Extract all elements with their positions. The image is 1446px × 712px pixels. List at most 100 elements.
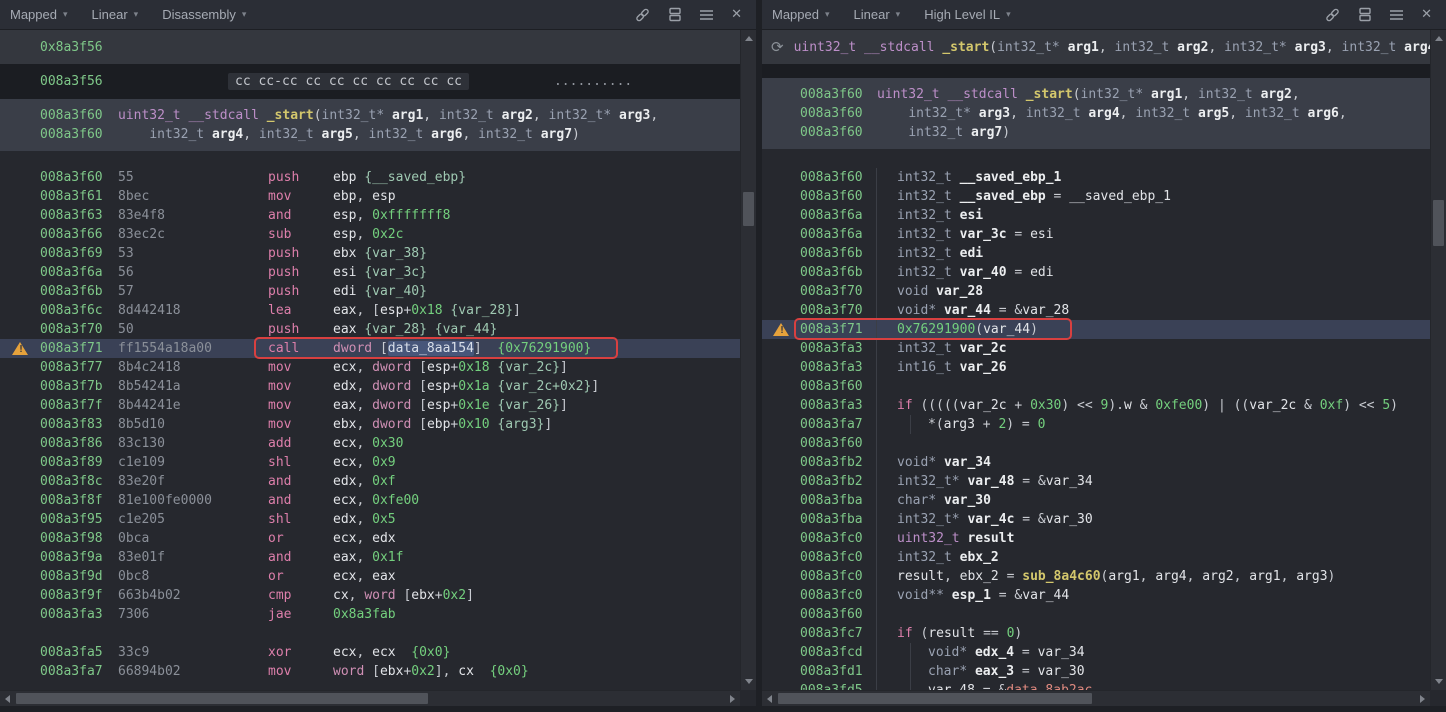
code-token[interactable]: int32_t [897, 246, 952, 261]
code-token[interactable]: 0x1e [458, 398, 489, 413]
hlil-row[interactable]: 008a3f70void* var_44 = &var_28 [762, 301, 1446, 320]
code-token[interactable]: ( [913, 626, 929, 641]
code-token[interactable]: , [1187, 569, 1203, 584]
code-token[interactable]: , [1339, 106, 1347, 121]
address[interactable]: 008a3f60 [800, 168, 862, 187]
code-token[interactable] [1143, 87, 1151, 102]
code-token[interactable]: ecx [333, 360, 356, 375]
mnemonic[interactable]: jae [268, 605, 333, 624]
code-token[interactable]: eax [333, 550, 356, 565]
instruction-bytes[interactable]: 66894b02 [118, 662, 268, 681]
code-token[interactable]: ecx [333, 645, 356, 660]
disasm-row[interactable]: 008a3f89c1e109shlecx, 0x9 [0, 453, 756, 472]
mnemonic[interactable]: and [268, 472, 333, 491]
code-token[interactable]: if [897, 626, 913, 641]
mnemonic[interactable]: mov [268, 662, 333, 681]
instruction-bytes[interactable]: 8b4c2418 [118, 358, 268, 377]
address[interactable]: 008a3f6a [800, 225, 862, 244]
code-token[interactable] [952, 341, 960, 356]
code-token[interactable]: ( [314, 108, 322, 123]
code-token[interactable]: int32_t [897, 170, 952, 185]
code-token[interactable]: edx [372, 531, 395, 546]
code-token[interactable]: arg3 [619, 108, 650, 123]
address[interactable]: 008a3f60 [40, 106, 118, 125]
code-token[interactable]: , [1182, 87, 1198, 102]
right-linear-dropdown[interactable]: Linear ▾ [854, 7, 901, 22]
code-token[interactable] [314, 127, 322, 142]
code-token[interactable]: int32_t [549, 108, 604, 123]
code-token[interactable]: [ [411, 417, 427, 432]
code-token[interactable]: __saved_ebp_1 [1069, 189, 1171, 204]
menu-icon[interactable] [1389, 9, 1404, 21]
code-token[interactable] [1060, 40, 1068, 55]
code-token[interactable] [877, 106, 908, 121]
code-token[interactable]: arg2 [1261, 87, 1292, 102]
address[interactable]: 008a3f70 [800, 282, 862, 301]
address[interactable]: 008a3f70 [40, 320, 118, 339]
mnemonic[interactable]: push [268, 263, 333, 282]
code-token[interactable]: {var_2c+0x2} [497, 379, 591, 394]
code-token[interactable]: word [333, 664, 364, 679]
code-token[interactable]: ecx [333, 531, 356, 546]
address[interactable]: 008a3f9f [40, 586, 118, 605]
code-token[interactable]: arg1 [1108, 569, 1139, 584]
instruction-bytes[interactable]: 83e01f [118, 548, 268, 567]
address[interactable]: 008a3f60 [800, 187, 862, 206]
code-token[interactable]: ) [1002, 125, 1010, 140]
scrollbar-thumb[interactable] [1433, 200, 1444, 246]
code-token[interactable]: void [897, 455, 928, 470]
scroll-down-arrow[interactable] [1435, 679, 1443, 684]
code-token[interactable]: 0x2c [372, 227, 403, 242]
code-token[interactable]: , [356, 360, 372, 375]
address[interactable]: 008a3fb2 [800, 472, 862, 491]
code-token[interactable]: , [1326, 40, 1342, 55]
code-token[interactable] [963, 125, 971, 140]
code-token[interactable]: ) << [1343, 398, 1382, 413]
code-token[interactable]: {0x76291900} [497, 341, 591, 356]
address[interactable]: 008a3f60 [800, 123, 862, 142]
instruction-bytes[interactable]: 8d442418 [118, 301, 268, 320]
address[interactable]: 008a3f71 [40, 339, 118, 358]
code-token[interactable]: ] [544, 417, 552, 432]
code-token[interactable]: 0xfffffff8 [372, 208, 450, 223]
code-token[interactable]: * [959, 645, 967, 660]
hlil-row[interactable]: 008a3fc0void** esp_1 = &var_44 [762, 586, 1446, 605]
code-token[interactable]: var_44 [944, 303, 991, 318]
address[interactable]: 008a3fba [800, 491, 862, 510]
mnemonic[interactable]: and [268, 206, 333, 225]
hlil-row[interactable]: 008a3f60int32_t __saved_ebp = __saved_eb… [762, 187, 1446, 206]
code-token[interactable]: [ [372, 303, 380, 318]
code-token[interactable]: __stdcall [188, 108, 258, 123]
hlil-row[interactable]: 008a3f6aint32_t esi [762, 206, 1446, 225]
scroll-up-arrow[interactable] [745, 36, 753, 41]
code-token[interactable]: [ [372, 341, 388, 356]
sticky-function-header[interactable]: ⟳ uint32_t __stdcall _start(int32_t* arg… [762, 30, 1446, 64]
address[interactable]: 008a3f70 [800, 301, 862, 320]
split-pane-icon[interactable] [1358, 7, 1372, 22]
code-token[interactable]: 0x10 [458, 417, 489, 432]
code-token[interactable]: ] [474, 341, 482, 356]
code-token[interactable]: arg3 [1296, 569, 1327, 584]
code-token[interactable]: + [435, 588, 443, 603]
signature-line[interactable]: 008a3f60 int32_t arg4, int32_t arg5, int… [0, 125, 756, 144]
code-token[interactable]: * [928, 455, 936, 470]
disasm-row[interactable]: 008a3fa533c9xorecx, ecx {0x0} [0, 643, 756, 662]
code-token[interactable]: var_34 [944, 455, 991, 470]
code-token[interactable]: int32_t [322, 108, 377, 123]
code-token[interactable]: _start [267, 108, 314, 123]
code-token[interactable]: 0x9 [372, 455, 395, 470]
code-token[interactable]: cx [333, 588, 349, 603]
address[interactable]: 008a3f69 [40, 244, 118, 263]
left-view-type-dropdown[interactable]: Disassembly ▾ [162, 7, 246, 22]
code-token[interactable] [1253, 87, 1261, 102]
code-token[interactable]: 0x18 [411, 303, 442, 318]
code-token[interactable]: = [999, 569, 1022, 584]
code-token[interactable]: esp [427, 360, 450, 375]
hlil-row[interactable]: 008a3f710x76291900(var_44) [762, 320, 1446, 339]
code-token[interactable]: arg1 [392, 108, 423, 123]
code-token[interactable] [877, 125, 908, 140]
address[interactable]: 008a3f7b [40, 377, 118, 396]
code-token[interactable]: * [1052, 40, 1060, 55]
code-token[interactable]: & [1038, 512, 1046, 527]
hlil-row[interactable]: 008a3f60 [762, 377, 1446, 396]
